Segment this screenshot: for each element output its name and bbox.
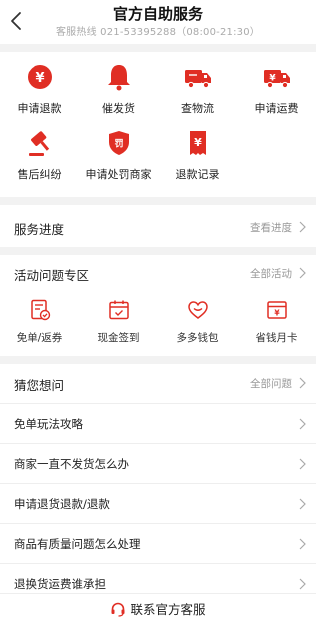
chevron-right-icon bbox=[299, 458, 306, 470]
service-track-logistics[interactable]: 查物流 bbox=[158, 62, 237, 116]
chevron-right-icon[interactable] bbox=[298, 377, 306, 389]
heart-wallet-icon bbox=[187, 301, 208, 319]
chevron-right-icon bbox=[299, 418, 306, 430]
all-activities-link[interactable]: 全部活动 bbox=[250, 266, 292, 281]
svg-text:¥: ¥ bbox=[35, 71, 44, 86]
contact-support-label: 联系官方客服 bbox=[130, 602, 206, 617]
divider bbox=[0, 44, 316, 52]
activity-label: 省钱月卡 bbox=[255, 332, 298, 344]
hotline-text: 客服热线 021-53395288（08:00-21:30） bbox=[55, 27, 261, 38]
service-penalize-merchant[interactable]: 罚 申请处罚商家 bbox=[79, 128, 158, 182]
money-card-icon: ¥ bbox=[266, 301, 287, 319]
faq-title: 猜您想问 bbox=[14, 378, 65, 393]
activity-label: 多多钱包 bbox=[176, 332, 219, 344]
progress-title: 服务进度 bbox=[14, 222, 65, 237]
contact-support-button[interactable]: 联系官方客服 bbox=[0, 593, 316, 626]
faq-question-row[interactable]: 申请退货退款/退款 bbox=[0, 484, 316, 524]
view-progress-link[interactable]: 查看进度 bbox=[250, 220, 292, 235]
service-label: 退款记录 bbox=[175, 168, 220, 181]
service-urge-shipping[interactable]: 催发货 bbox=[79, 62, 158, 116]
bell-icon bbox=[107, 65, 130, 91]
service-after-sale-dispute[interactable]: 售后纠纷 bbox=[0, 128, 79, 182]
chevron-right-icon bbox=[299, 538, 306, 550]
service-label: 查物流 bbox=[181, 102, 214, 115]
faq-question-text: 商品有质量问题怎么处理 bbox=[14, 537, 141, 551]
svg-text:¥: ¥ bbox=[274, 309, 280, 318]
activity-title: 活动问题专区 bbox=[14, 268, 90, 283]
delivery-truck-icon bbox=[184, 70, 211, 89]
service-label: 申请运费 bbox=[254, 102, 299, 115]
divider bbox=[0, 197, 316, 205]
service-label: 催发货 bbox=[102, 102, 135, 115]
service-label: 申请退款 bbox=[17, 102, 62, 115]
refund-coin-icon: ¥ bbox=[27, 65, 52, 89]
faq-question-text: 申请退货退款/退款 bbox=[14, 497, 110, 511]
faq-question-text: 免单玩法攻略 bbox=[14, 417, 83, 431]
faq-question-text: 退换货运费谁承担 bbox=[14, 577, 106, 591]
service-apply-freight[interactable]: ¥ 申请运费 bbox=[237, 62, 316, 116]
svg-text:罚: 罚 bbox=[114, 139, 123, 150]
chevron-right-icon[interactable] bbox=[298, 221, 306, 233]
faq-question-row[interactable]: 商品有质量问题怎么处理 bbox=[0, 524, 316, 564]
service-label: 售后纠纷 bbox=[17, 168, 62, 181]
headset-icon bbox=[111, 602, 125, 617]
refund-receipt-icon: ¥ bbox=[189, 131, 206, 155]
service-refund-records[interactable]: ¥ 退款记录 bbox=[158, 128, 237, 182]
activity-label: 免单/返券 bbox=[16, 332, 63, 344]
chevron-right-icon bbox=[299, 578, 306, 590]
activity-duoduo-wallet[interactable]: 多多钱包 bbox=[158, 298, 237, 345]
faq-question-row[interactable]: 免单玩法攻略 bbox=[0, 404, 316, 444]
gavel-icon bbox=[28, 131, 49, 156]
activity-free-order-coupon[interactable]: 免单/返券 bbox=[0, 298, 79, 345]
svg-text:¥: ¥ bbox=[194, 136, 202, 149]
calendar-check-icon bbox=[108, 300, 129, 320]
coupon-document-icon bbox=[30, 299, 50, 321]
faq-question-row[interactable]: 商家一直不发货怎么办 bbox=[0, 444, 316, 484]
service-label: 申请处罚商家 bbox=[85, 168, 152, 181]
divider bbox=[0, 356, 316, 364]
chevron-right-icon[interactable] bbox=[298, 267, 306, 279]
chevron-right-icon bbox=[299, 498, 306, 510]
faq-question-text: 商家一直不发货怎么办 bbox=[14, 457, 129, 471]
service-apply-refund[interactable]: ¥ 申请退款 bbox=[0, 62, 79, 116]
svg-text:¥: ¥ bbox=[269, 74, 276, 84]
page-title: 官方自助服务 bbox=[112, 5, 203, 23]
activity-label: 现金签到 bbox=[97, 332, 140, 344]
header: 官方自助服务 客服热线 021-53395288（08:00-21:30） bbox=[0, 0, 316, 44]
activity-cash-checkin[interactable]: 现金签到 bbox=[79, 298, 158, 345]
all-questions-link[interactable]: 全部问题 bbox=[250, 376, 292, 391]
freight-truck-icon: ¥ bbox=[263, 70, 290, 89]
divider bbox=[0, 247, 316, 255]
activity-monthly-saving-card[interactable]: ¥ 省钱月卡 bbox=[237, 298, 316, 345]
penalty-shield-icon: 罚 bbox=[108, 131, 129, 155]
